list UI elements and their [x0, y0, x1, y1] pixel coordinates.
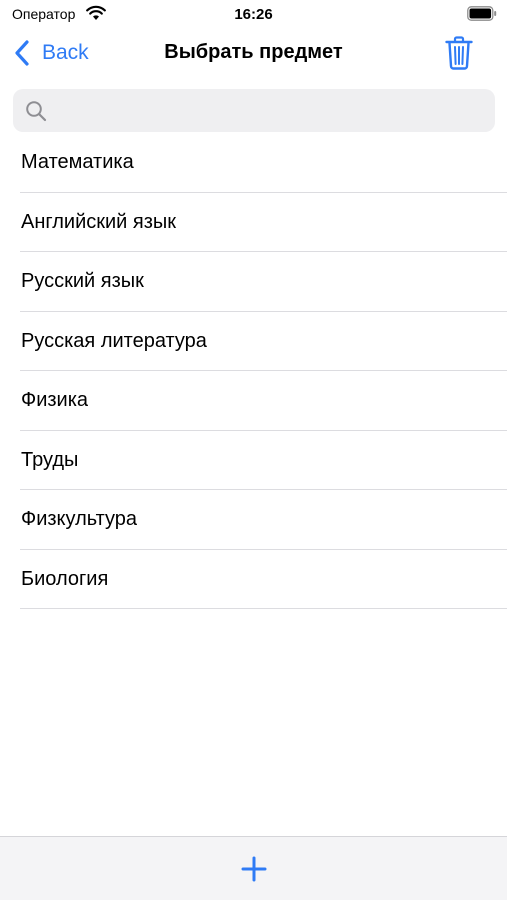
list-item-physics[interactable]: Физика [0, 371, 507, 431]
navigation-bar: Back Выбрать предмет [0, 30, 507, 76]
status-bar: Оператор 16:26 [0, 0, 507, 28]
list-item-label: Физкультура [21, 508, 138, 530]
list-item-label: Математика [21, 151, 134, 173]
list-item-labor[interactable]: Труды [0, 431, 507, 491]
list-item-biology[interactable]: Биология [0, 550, 507, 610]
magnifier-icon [26, 101, 47, 122]
list-item-math[interactable]: Математика [0, 133, 507, 193]
trash-icon[interactable] [445, 36, 473, 70]
subject-list: Математика Английский язык Русский язык … [0, 133, 507, 609]
list-item-label: Русский язык [21, 270, 144, 292]
clock: 16:26 [234, 6, 273, 23]
list-item-label: Труды [21, 448, 79, 471]
list-item-label: Физика [21, 389, 89, 411]
bottom-toolbar [0, 836, 507, 900]
list-item-label: Английский язык [21, 210, 177, 233]
list-item-russian[interactable]: Русский язык [0, 252, 507, 312]
list-item-label: Русская литература [21, 329, 207, 352]
list-item-pe[interactable]: Физкультура [0, 490, 507, 550]
battery-icon [467, 6, 497, 21]
plus-icon[interactable] [240, 855, 268, 883]
list-item-label: Биология [21, 567, 109, 590]
list-item-english[interactable]: Английский язык [0, 193, 507, 253]
page-title: Выбрать предмет [164, 41, 343, 63]
search-input[interactable] [57, 89, 477, 132]
list-item-russian-literature[interactable]: Русская литература [0, 312, 507, 372]
search-bar[interactable] [13, 89, 495, 132]
